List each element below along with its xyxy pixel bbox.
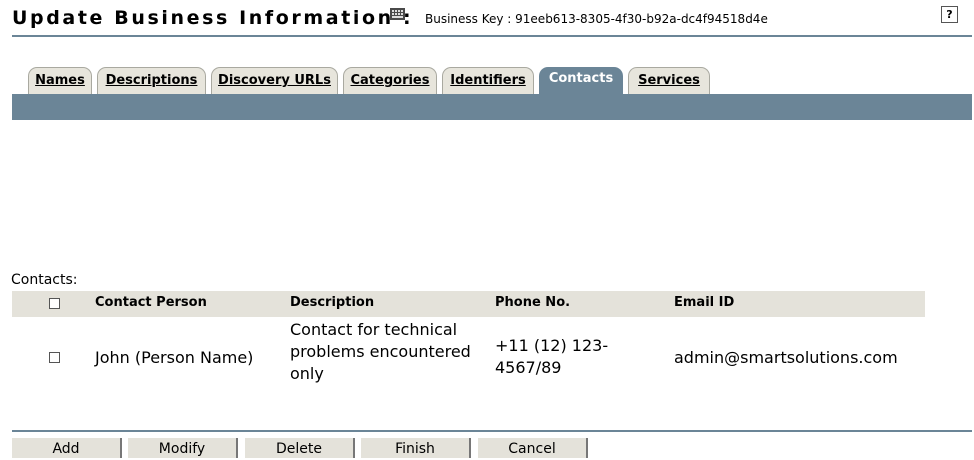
tab-categories[interactable]: Categories [343,67,437,95]
cell-phone: +11 (12) 123-4567/89 [495,336,609,377]
bottom-divider [12,430,972,432]
row-checkbox[interactable] [49,352,60,363]
tab-descriptions[interactable]: Descriptions [97,67,206,95]
contacts-table: Contact Person Description Phone No. Ema… [12,291,925,401]
tab-contacts[interactable]: Contacts [539,67,623,95]
table-header-row: Contact Person Description Phone No. Ema… [12,291,925,317]
tab-names[interactable]: Names [28,67,92,95]
delete-button[interactable]: Delete [245,438,355,458]
tab-identifiers[interactable]: Identifiers [442,67,534,95]
select-all-checkbox[interactable] [49,298,60,309]
cell-email: admin@smartsolutions.com [674,348,898,367]
table-row[interactable]: John (Person Name) Contact for technical… [12,317,925,401]
cell-contact-person: John (Person Name) [95,348,254,367]
keypad-icon [390,8,405,20]
contacts-section-label: Contacts: [11,272,78,288]
tab-bar: Names Descriptions Discovery URLs Catego… [28,67,748,95]
finish-button[interactable]: Finish [361,438,471,458]
cell-description: Contact for technical problems encounter… [290,320,471,383]
column-header-phone: Phone No. [495,295,571,310]
page-title: Update Business Information : [12,7,414,29]
add-button[interactable]: Add [12,438,122,458]
tab-services[interactable]: Services [628,67,710,95]
tab-content-band [12,94,972,120]
title-divider [12,35,972,37]
title-bar: Update Business Information : Business K… [12,4,974,32]
modify-button[interactable]: Modify [128,438,238,458]
column-header-contact-person: Contact Person [95,295,207,310]
business-key: Business Key : 91eeb613-8305-4f30-b92a-d… [425,12,768,26]
help-icon[interactable]: ? [941,6,958,23]
tab-discovery-urls[interactable]: Discovery URLs [211,67,338,95]
cancel-button[interactable]: Cancel [478,438,588,458]
column-header-email: Email ID [674,295,735,310]
column-header-description: Description [290,295,375,310]
